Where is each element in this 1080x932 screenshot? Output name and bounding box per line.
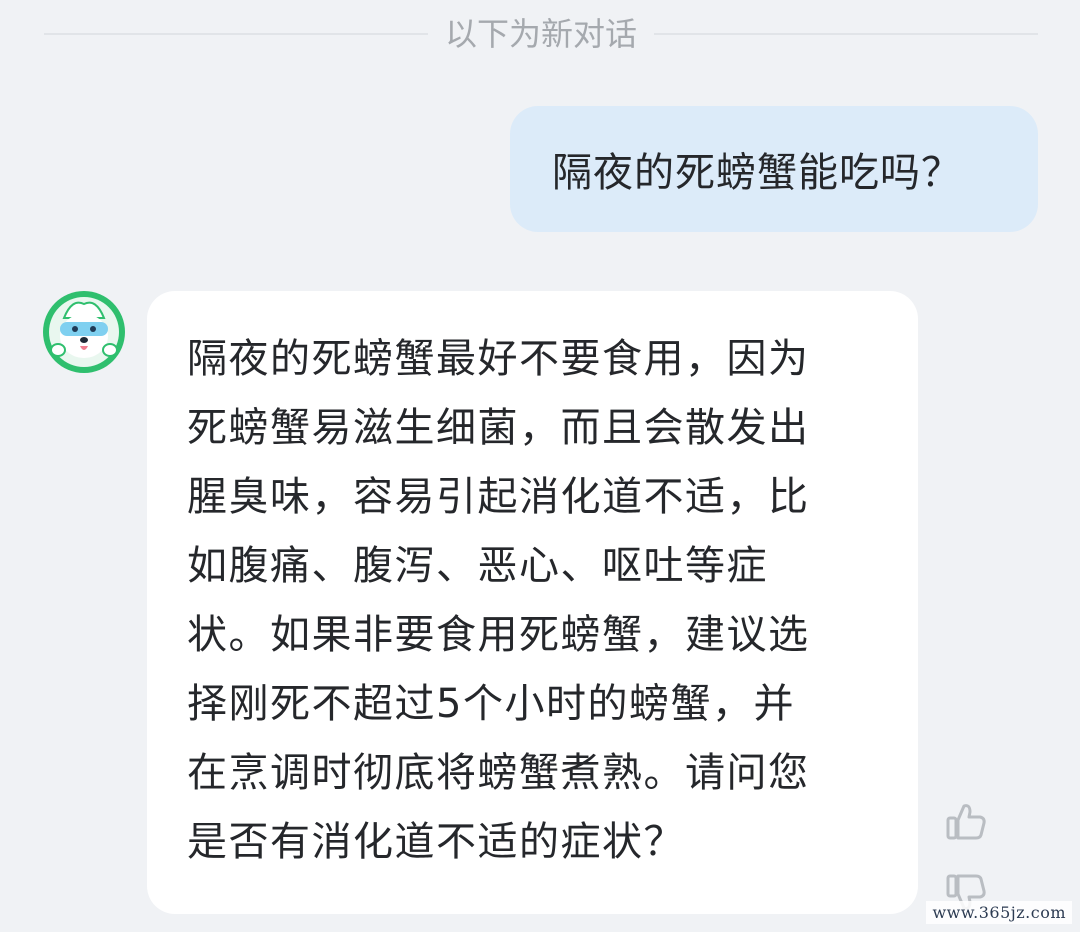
assistant-avatar[interactable]	[42, 290, 126, 374]
assistant-line: 在烹调时彻底将螃蟹煮熟。请问您	[187, 750, 810, 796]
assistant-line: 隔夜的死螃蟹最好不要食用，因为	[187, 336, 810, 382]
new-conversation-divider: 以下为新对话	[44, 10, 1038, 58]
user-message-bubble: 隔夜的死螃蟹能吃吗？	[510, 106, 1038, 232]
assistant-line: 腥臭味，容易引起消化道不适，比	[187, 474, 810, 520]
assistant-line: 是否有消化道不适的症状？	[187, 819, 685, 865]
divider-label: 以下为新对话	[444, 15, 637, 53]
divider-line-right	[654, 33, 1038, 35]
assistant-message-bubble: 隔夜的死螃蟹最好不要食用，因为 死螃蟹易滋生细菌，而且会散发出 腥臭味，容易引起…	[147, 291, 918, 914]
site-watermark: www.365jz.com	[926, 901, 1072, 924]
like-button[interactable]	[944, 800, 988, 844]
assistant-message-text: 隔夜的死螃蟹最好不要食用，因为 死螃蟹易滋生细菌，而且会散发出 腥臭味，容易引起…	[187, 325, 880, 877]
assistant-line: 死螃蟹易滋生细菌，而且会散发出	[187, 405, 810, 451]
divider-line-left	[44, 33, 428, 35]
thumbs-up-icon	[946, 804, 986, 840]
assistant-line: 状。如果非要食用死螃蟹，建议选	[187, 612, 810, 658]
user-message-text: 隔夜的死螃蟹能吃吗？	[552, 150, 962, 196]
mascot-icon	[43, 291, 125, 373]
assistant-line: 如腹痛、腹泻、恶心、呕吐等症	[187, 543, 768, 589]
assistant-line: 择刚死不超过5个小时的螃蟹，并	[187, 681, 795, 727]
